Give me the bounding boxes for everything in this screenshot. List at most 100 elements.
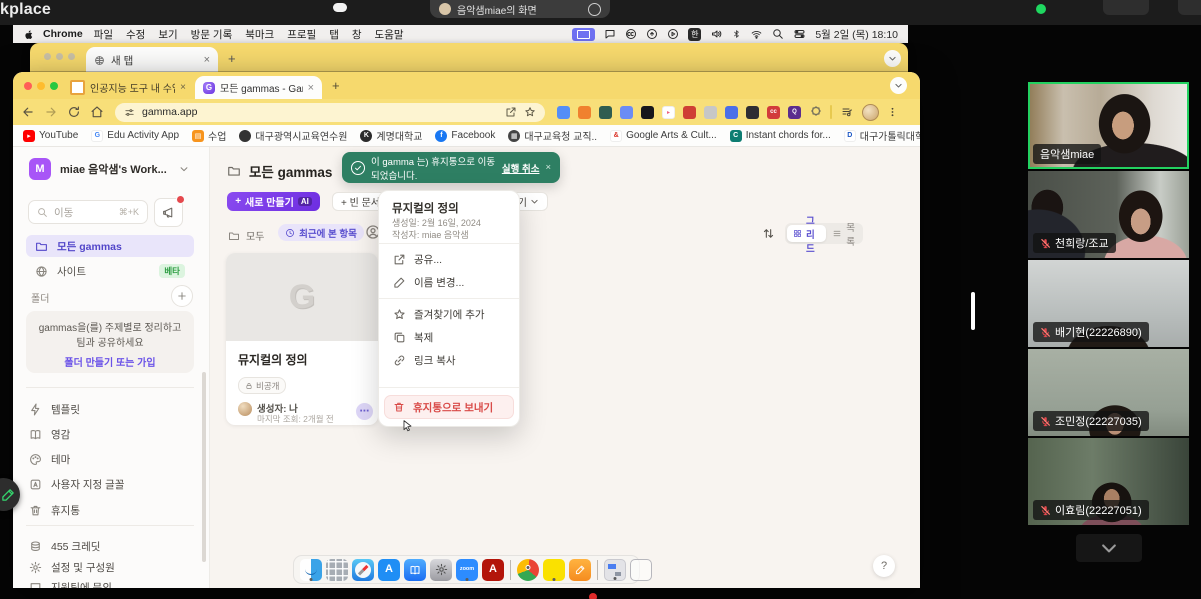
participant-tile-5[interactable]: 이효림(22227051) <box>1028 438 1189 525</box>
participant-tile-3[interactable]: 배기현(22226890) <box>1028 260 1189 347</box>
sidebar-item-trash[interactable]: 휴지통 <box>23 500 195 520</box>
apple-menu-icon[interactable] <box>23 28 34 41</box>
list-view-button[interactable]: 목록 <box>826 220 861 248</box>
workspace-switcher[interactable]: M miae 음악샘's Work... <box>23 159 195 179</box>
panel-resize-handle[interactable] <box>971 292 975 330</box>
url-text[interactable]: gamma.app <box>142 106 197 118</box>
window-close-button[interactable] <box>44 53 51 60</box>
filter-all[interactable]: 모두 <box>228 228 264 243</box>
screen-sharing-indicator-icon[interactable] <box>572 28 595 41</box>
participant-tile-4[interactable]: 조민정(22227035) <box>1028 349 1189 436</box>
sort-button[interactable] <box>762 227 775 240</box>
display-widget-dock-icon[interactable] <box>604 559 626 581</box>
menu-history[interactable]: 방문 기록 <box>191 27 233 42</box>
browser-menu-icon[interactable] <box>887 106 898 118</box>
window-minimize-button[interactable] <box>56 53 63 60</box>
bookmark-daegu-office[interactable]: ▦대구교육청 교직.. <box>508 128 597 143</box>
bookmark-class[interactable]: ▤수업 <box>192 128 226 143</box>
card-more-button[interactable]: ⋯ <box>356 403 373 420</box>
menu-view[interactable]: 보기 <box>158 27 177 42</box>
tab-ai-tools[interactable]: 인공지능 도구 내 수업에 적용하기 × <box>63 76 193 99</box>
menu-item-duplicate[interactable]: 복제 <box>386 327 512 348</box>
site-settings-icon[interactable] <box>124 107 135 118</box>
adobe-cc-extension-icon[interactable] <box>578 106 591 119</box>
safari-dock-icon[interactable] <box>352 559 374 581</box>
bluetooth-icon[interactable] <box>732 28 741 40</box>
messages-icon[interactable] <box>604 28 616 40</box>
sidebar-item-credits[interactable]: 455 크레딧 <box>23 536 195 556</box>
profile-avatar[interactable] <box>862 104 879 121</box>
participant-tile-2[interactable]: 천희랑/조교 <box>1028 171 1189 258</box>
menu-window[interactable]: 창 <box>352 27 362 42</box>
books-dock-icon[interactable] <box>404 559 426 581</box>
bookmark-keimyung[interactable]: K계명대학교 <box>360 128 422 143</box>
zoom-toolbar-stub-2[interactable] <box>1178 0 1201 15</box>
finder-dock-icon[interactable] <box>300 559 322 581</box>
menu-help[interactable]: 도움말 <box>375 27 404 42</box>
d-extension-icon[interactable] <box>641 106 654 119</box>
bookmark-daegu-edu[interactable]: 대구광역시교육연수원 <box>239 128 347 143</box>
kakaotalk-dock-icon[interactable] <box>543 559 565 581</box>
menu-bookmarks[interactable]: 북마크 <box>245 27 274 42</box>
tab-search-button[interactable] <box>890 77 907 94</box>
adobe-cc-icon[interactable] <box>625 28 637 40</box>
add-folder-button[interactable] <box>171 285 193 307</box>
spotlight-icon[interactable] <box>772 28 784 40</box>
window-zoom-button[interactable] <box>50 82 58 90</box>
bookmark-google-arts[interactable]: &Google Arts & Cult... <box>610 130 717 142</box>
menu-profiles[interactable]: 프로필 <box>287 27 316 42</box>
chrome-dock-icon[interactable] <box>517 559 539 581</box>
participant-tile-1[interactable]: 음악샘miae <box>1028 82 1189 169</box>
flower-extension-icon[interactable] <box>725 106 738 119</box>
window-close-button[interactable] <box>24 82 32 90</box>
share-icon[interactable] <box>505 106 517 118</box>
sidebar-item-settings[interactable]: 설정 및 구성원 <box>23 557 195 577</box>
window-minimize-button[interactable] <box>37 82 45 90</box>
notes-dock-icon[interactable] <box>569 559 591 581</box>
zoom-toolbar-stub[interactable] <box>1103 0 1149 15</box>
search-input[interactable]: 이동 ⌘+K <box>28 200 148 224</box>
extensions-puzzle-icon[interactable] <box>809 106 822 119</box>
menu-tab[interactable]: 탭 <box>329 27 339 42</box>
create-new-button[interactable]: +새로 만들기 AI <box>227 192 320 211</box>
menu-item-copy-link[interactable]: 링크 복사 <box>386 350 512 371</box>
bookmark-catholic-univ[interactable]: D대구가톨릭대학교 교... <box>844 128 920 143</box>
sidebar-item-themes[interactable]: 테마 <box>23 449 195 469</box>
system-settings-dock-icon[interactable] <box>430 559 452 581</box>
create-folder-link[interactable]: 폴더 만들기 또는 가입 <box>38 356 182 371</box>
cc-extension-icon[interactable]: cc <box>767 106 780 119</box>
forward-button[interactable] <box>44 105 58 119</box>
q-extension-icon[interactable]: Q <box>788 106 801 119</box>
wifi-icon[interactable] <box>750 29 763 40</box>
bookmark-youtube[interactable]: ▸YouTube <box>23 130 78 142</box>
control-center-icon[interactable] <box>793 28 806 40</box>
zoom-dock-icon[interactable]: zoom <box>456 559 478 581</box>
collapse-videos-button[interactable] <box>1076 534 1142 562</box>
sidebar-item-all-gammas[interactable]: 모든 gammas <box>26 235 194 257</box>
back-window-tab[interactable]: 새 탭 × <box>86 47 218 73</box>
qr-extension-icon[interactable] <box>746 106 759 119</box>
reading-list-icon[interactable] <box>840 106 854 118</box>
address-bar[interactable]: gamma.app <box>115 103 545 122</box>
menu-bar-clock[interactable]: 5월 2일 (목) 18:10 <box>815 27 898 42</box>
korean-input-icon[interactable]: 한 <box>688 28 701 41</box>
volume-icon[interactable] <box>710 28 723 40</box>
sidebar-item-inspiration[interactable]: 영감 <box>23 424 195 444</box>
close-tab-icon[interactable]: × <box>204 54 210 66</box>
tab-grid-extension-icon[interactable] <box>620 106 633 119</box>
background-browser-window[interactable]: 새 탭 × + <box>30 43 908 73</box>
sidebar-item-custom-fonts[interactable]: 사용자 지정 글꼴 <box>23 474 195 494</box>
home-button[interactable] <box>90 105 104 119</box>
sidebar-item-contact-support[interactable]: 지원팀에 문의 <box>23 577 195 588</box>
menu-file[interactable]: 파일 <box>94 27 113 42</box>
gamma-card[interactable]: G 뮤지컬의 정의 비공개 생성자: 나 마지막 조회: 2개월 전 ⋯ <box>226 253 378 425</box>
menu-item-favorite[interactable]: 즐겨찾기에 추가 <box>386 304 512 325</box>
window-zoom-button[interactable] <box>68 53 75 60</box>
pink-arrow-extension-icon[interactable]: ▸ <box>662 106 675 119</box>
back-tab-search-button[interactable] <box>884 50 901 67</box>
active-app-name[interactable]: Chrome <box>43 28 83 40</box>
help-button[interactable]: ? <box>873 555 895 577</box>
translate-extension-icon[interactable] <box>557 106 570 119</box>
app-store-dock-icon[interactable]: A <box>378 559 400 581</box>
sidebar-item-sites[interactable]: 사이트 베타 <box>26 260 194 282</box>
